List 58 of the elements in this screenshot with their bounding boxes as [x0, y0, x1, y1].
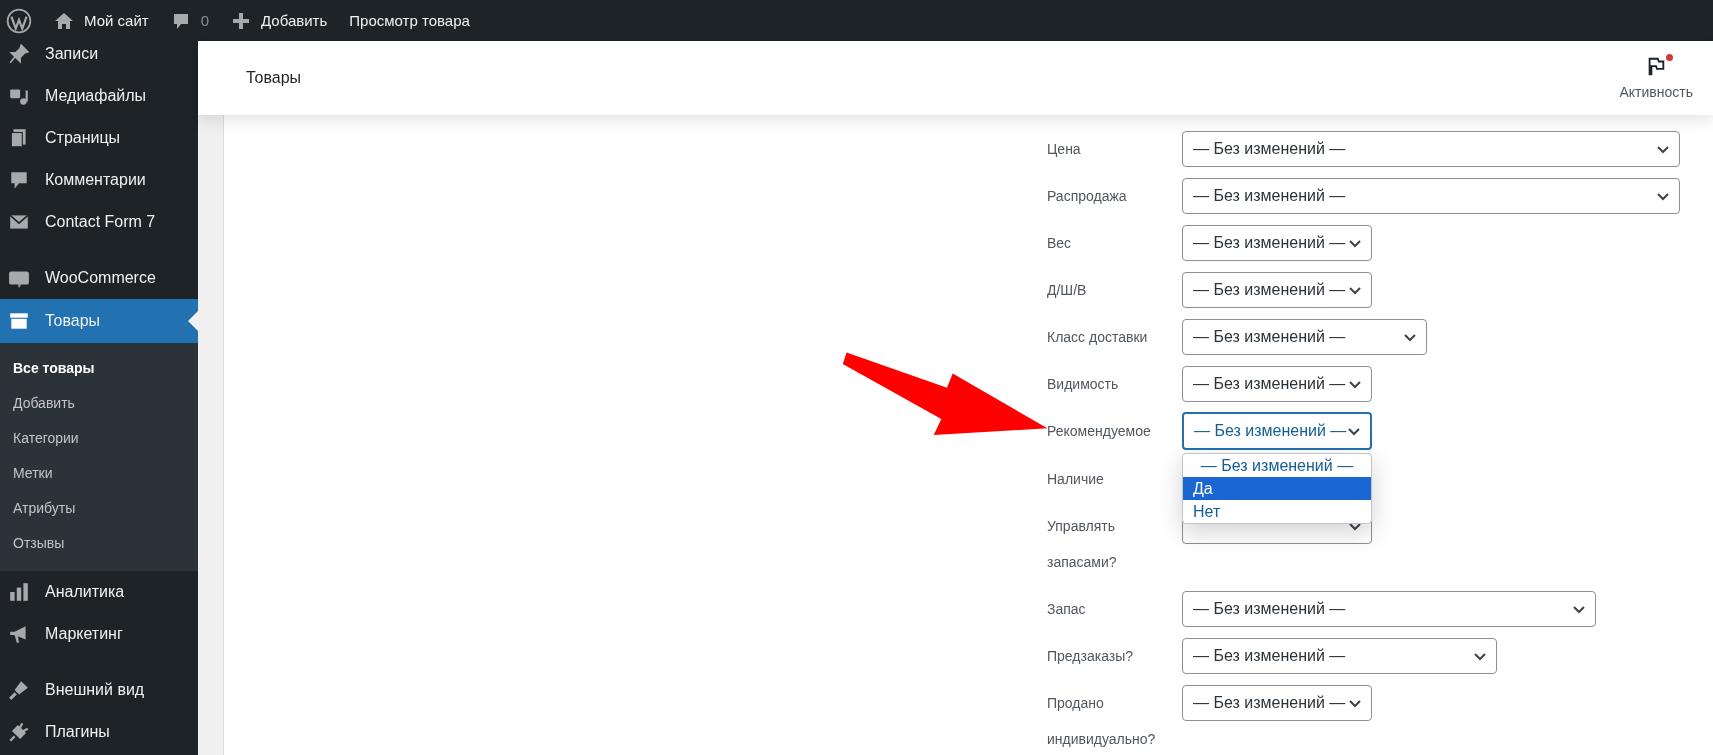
- field-label: Управлять запасами?: [1047, 517, 1118, 572]
- select-field[interactable]: — Без изменений —: [1182, 225, 1372, 261]
- dropdown-option[interactable]: Да: [1183, 477, 1371, 500]
- field-label: Предзаказы?: [1047, 647, 1135, 666]
- view-product-link[interactable]: Просмотр товара: [349, 12, 470, 29]
- field-label: Д/Ш/В: [1047, 281, 1088, 300]
- field-label: Наличие: [1047, 470, 1105, 489]
- sidebar-item[interactable]: Комментарии: [0, 159, 198, 201]
- bar-chart-icon: [8, 581, 30, 603]
- site-name-link[interactable]: Мой сайт: [54, 10, 149, 31]
- plus-icon: [231, 10, 251, 31]
- submenu-item[interactable]: Отзывы: [0, 526, 78, 561]
- sidebar-item[interactable]: Плагины: [0, 711, 198, 753]
- select-field[interactable]: — Без изменений —: [1182, 412, 1372, 450]
- select-field[interactable]: — Без изменений —: [1182, 366, 1372, 402]
- comment-icon: [8, 169, 30, 191]
- paintbrush-icon: [8, 679, 30, 701]
- plug-icon: [8, 721, 30, 743]
- select-field[interactable]: — Без изменений —: [1182, 591, 1596, 627]
- box-icon: [8, 310, 30, 332]
- submenu-item[interactable]: Все товары: [0, 351, 108, 386]
- dropdown-option[interactable]: — Без изменений —: [1183, 454, 1371, 477]
- field-label: Рекомендуемое: [1047, 422, 1152, 441]
- field-label: Запас: [1047, 600, 1087, 619]
- field-label: Класс доставки: [1047, 328, 1149, 347]
- home-icon: [54, 10, 74, 31]
- select-field[interactable]: — Без изменений —: [1182, 131, 1680, 167]
- field-label: Вес: [1047, 234, 1073, 253]
- select-field[interactable]: — Без изменений —: [1182, 178, 1680, 214]
- sidebar-item[interactable]: Внешний вид: [0, 669, 198, 711]
- select-field[interactable]: — Без изменений —: [1182, 272, 1372, 308]
- select-field[interactable]: — Без изменений —: [1182, 638, 1497, 674]
- page-title: Товары: [246, 69, 302, 87]
- select-field[interactable]: — Без изменений —: [1182, 685, 1372, 721]
- sidebar-item[interactable]: Товары: [0, 299, 198, 343]
- sidebar-item[interactable]: Медиафайлы: [0, 75, 198, 117]
- sidebar-item[interactable]: Записи: [0, 41, 198, 75]
- submenu-item[interactable]: Добавить: [0, 386, 88, 421]
- submenu-item[interactable]: Атрибуты: [0, 491, 89, 526]
- dropdown-option[interactable]: Нет: [1183, 500, 1371, 523]
- field-label: Видимость: [1047, 375, 1120, 394]
- sidebar-item[interactable]: WooCommerce: [0, 257, 198, 299]
- field-label: Распродажа: [1047, 187, 1128, 206]
- field-label: Цена: [1047, 140, 1082, 159]
- submenu-item[interactable]: Категории: [0, 421, 92, 456]
- sidebar-item[interactable]: Аналитика: [0, 571, 198, 613]
- activity-button[interactable]: Активность: [1619, 56, 1693, 100]
- wordpress-logo[interactable]: [6, 7, 32, 34]
- add-new-link[interactable]: Добавить: [231, 10, 328, 31]
- select-field[interactable]: — Без изменений —: [1182, 319, 1427, 355]
- sidebar-item[interactable]: Страницы: [0, 117, 198, 159]
- sidebar-item[interactable]: Маркетинг: [0, 613, 198, 655]
- submenu-item[interactable]: Метки: [0, 456, 66, 491]
- pin-icon: [8, 43, 30, 65]
- sidebar-item[interactable]: Contact Form 7: [0, 201, 198, 243]
- comments-link[interactable]: 0: [170, 10, 209, 31]
- current-pointer-icon: [188, 311, 198, 331]
- field-label: Продано индивидуально?: [1047, 694, 1157, 749]
